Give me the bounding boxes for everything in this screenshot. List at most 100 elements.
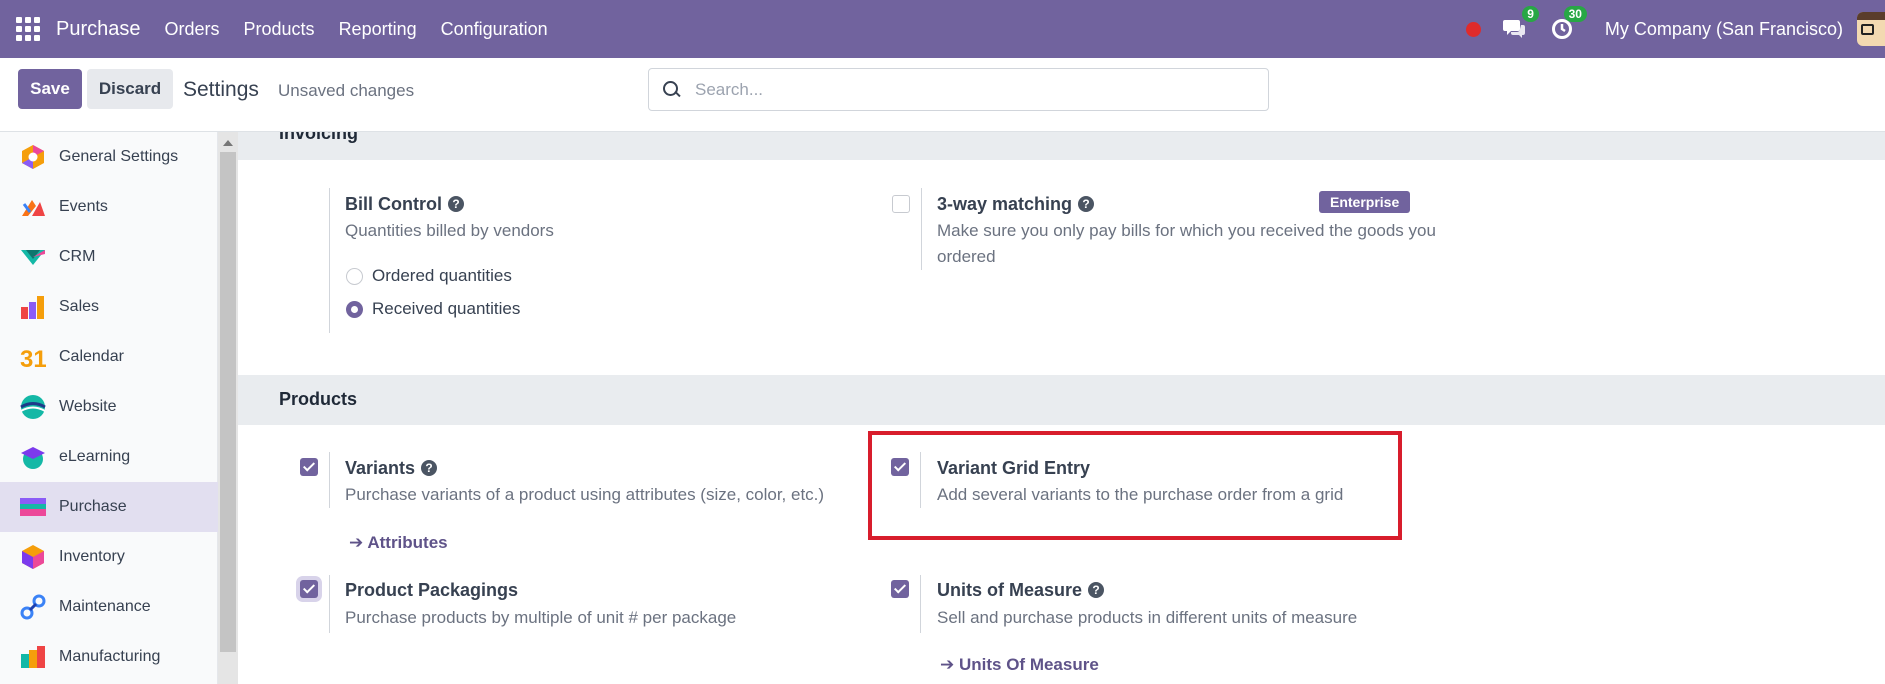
svg-text:31: 31 (20, 346, 46, 370)
search-box[interactable] (648, 68, 1269, 111)
arrow-right-icon: ➔ (349, 533, 364, 552)
sidebar-item-label: Sales (59, 298, 100, 315)
sidebar-item-label: General Settings (59, 148, 179, 165)
help-icon[interactable]: ? (421, 460, 438, 476)
settings-content: Invoicing Bill Control? Quantities bille… (238, 132, 1885, 684)
units-of-measure-link-label: Units Of Measure (958, 655, 1099, 674)
menu-configuration[interactable]: Configuration (441, 19, 548, 40)
variants-label: Variants (345, 458, 416, 478)
inventory-icon (22, 545, 44, 569)
top-navbar: Purchase Orders Products Reporting Confi… (0, 0, 1885, 58)
section-title: Products (279, 389, 358, 409)
sidebar-item-label: Purchase (59, 498, 127, 515)
sidebar-item-website[interactable]: Website (0, 382, 218, 432)
sidebar-item-label: eLearning (59, 448, 131, 465)
product-packagings-desc: Purchase products by multiple of unit # … (345, 608, 737, 627)
variants-checkbox[interactable] (300, 458, 318, 476)
setting-divider (329, 575, 330, 633)
radio-label: Ordered quantities (372, 266, 512, 285)
page-title: Settings (183, 78, 259, 101)
variants-title: Variants? (345, 458, 438, 479)
activities-button[interactable]: 30 (1549, 6, 1587, 42)
menu-reporting[interactable]: Reporting (339, 19, 417, 40)
maintenance-icon (20, 594, 46, 620)
sidebar-item-label: Inventory (59, 548, 125, 565)
product-packagings-checkbox[interactable] (300, 580, 318, 598)
help-icon[interactable]: ? (1088, 582, 1105, 598)
three-way-matching-label: 3-way matching (937, 194, 1073, 214)
calendar-icon: 31 (20, 346, 46, 370)
setting-divider (329, 188, 330, 333)
invoicing-section-header: Invoicing (238, 132, 1885, 160)
radio-label: Received quantities (372, 299, 521, 318)
manufacturing-icon (21, 646, 45, 668)
three-way-matching-desc: Make sure you only pay bills for which y… (937, 221, 1436, 266)
help-icon[interactable]: ? (448, 196, 464, 212)
sidebar-item-inventory[interactable]: Inventory (0, 532, 218, 582)
activities-badge: 30 (1563, 6, 1587, 22)
enterprise-badge: Enterprise (1319, 191, 1411, 213)
website-icon (20, 395, 46, 419)
sidebar-item-general-settings[interactable]: General Settings (0, 132, 218, 182)
sidebar-item-label: CRM (59, 248, 96, 265)
menu-products[interactable]: Products (244, 19, 315, 40)
app-brand[interactable]: Purchase (56, 18, 141, 41)
three-way-matching-title: 3-way matching? (937, 194, 1095, 215)
elearning-icon (21, 447, 45, 469)
settings-sidebar: General Settings Events CRM Sales 31 Cal… (0, 132, 218, 684)
sidebar-item-label: Manufacturing (59, 648, 161, 665)
sidebar-item-purchase[interactable]: Purchase (0, 482, 218, 532)
chat-icon (1502, 20, 1525, 38)
scroll-up-arrow-icon[interactable] (223, 140, 233, 146)
products-section-header: Products (238, 375, 1885, 425)
sidebar-item-label: Calendar (59, 348, 124, 365)
attributes-link[interactable]: ➔ Attributes (349, 533, 448, 553)
user-avatar[interactable] (1857, 12, 1885, 46)
messages-button[interactable]: 9 (1501, 6, 1539, 42)
units-of-measure-link[interactable]: ➔ Units Of Measure (940, 655, 1099, 675)
sidebar-item-label: Events (59, 198, 108, 215)
discard-button[interactable]: Discard (87, 69, 173, 109)
unsaved-status: Unsaved changes (278, 81, 415, 100)
units-of-measure-title: Units of Measure? (937, 580, 1105, 601)
navbar-systray: 9 30 My Company (San Francisco) (1465, 0, 1885, 58)
save-button[interactable]: Save (18, 69, 82, 109)
product-packagings-title: Product Packagings (345, 580, 519, 600)
menu-orders[interactable]: Orders (165, 19, 220, 40)
apps-grid-icon (16, 17, 40, 41)
help-icon[interactable]: ? (1078, 196, 1095, 212)
apps-menu-button[interactable] (0, 0, 56, 58)
purchase-icon (20, 498, 46, 516)
crm-icon (21, 250, 45, 265)
attributes-link-label: Attributes (367, 533, 448, 552)
highlight-box (868, 431, 1402, 540)
bill-control-title: Bill Control? (345, 194, 464, 215)
company-switcher[interactable]: My Company (San Francisco) (1605, 19, 1843, 40)
radio-received-quantities[interactable] (346, 301, 363, 318)
scroll-thumb[interactable] (220, 152, 236, 652)
units-of-measure-desc: Sell and purchase products in different … (937, 608, 1358, 627)
recording-dot-icon[interactable] (1465, 21, 1481, 37)
search-icon (663, 80, 681, 99)
search-input[interactable] (695, 79, 1255, 100)
setting-divider (329, 452, 330, 508)
bill-control-label: Bill Control (345, 194, 442, 214)
units-of-measure-checkbox[interactable] (891, 580, 909, 598)
three-way-matching-checkbox[interactable] (892, 195, 910, 213)
sales-icon (21, 296, 44, 319)
sidebar-item-calendar[interactable]: 31 Calendar (0, 332, 218, 382)
sidebar-item-sales[interactable]: Sales (0, 282, 218, 332)
messages-badge: 9 (1522, 6, 1539, 22)
sidebar-item-elearning[interactable]: eLearning (0, 432, 218, 482)
variants-desc: Purchase variants of a product using att… (345, 485, 825, 504)
bill-control-desc: Quantities billed by vendors (345, 221, 554, 240)
sidebar-item-crm[interactable]: CRM (0, 232, 218, 282)
sidebar-item-label: Website (59, 398, 117, 415)
sidebar-item-events[interactable]: Events (0, 182, 218, 232)
arrow-right-icon: ➔ (940, 655, 955, 674)
setting-divider (920, 575, 921, 633)
sidebar-scrollbar[interactable] (218, 132, 238, 684)
sidebar-item-manufacturing[interactable]: Manufacturing (0, 632, 218, 682)
sidebar-item-maintenance[interactable]: Maintenance (0, 582, 218, 632)
radio-ordered-quantities[interactable] (346, 268, 363, 285)
